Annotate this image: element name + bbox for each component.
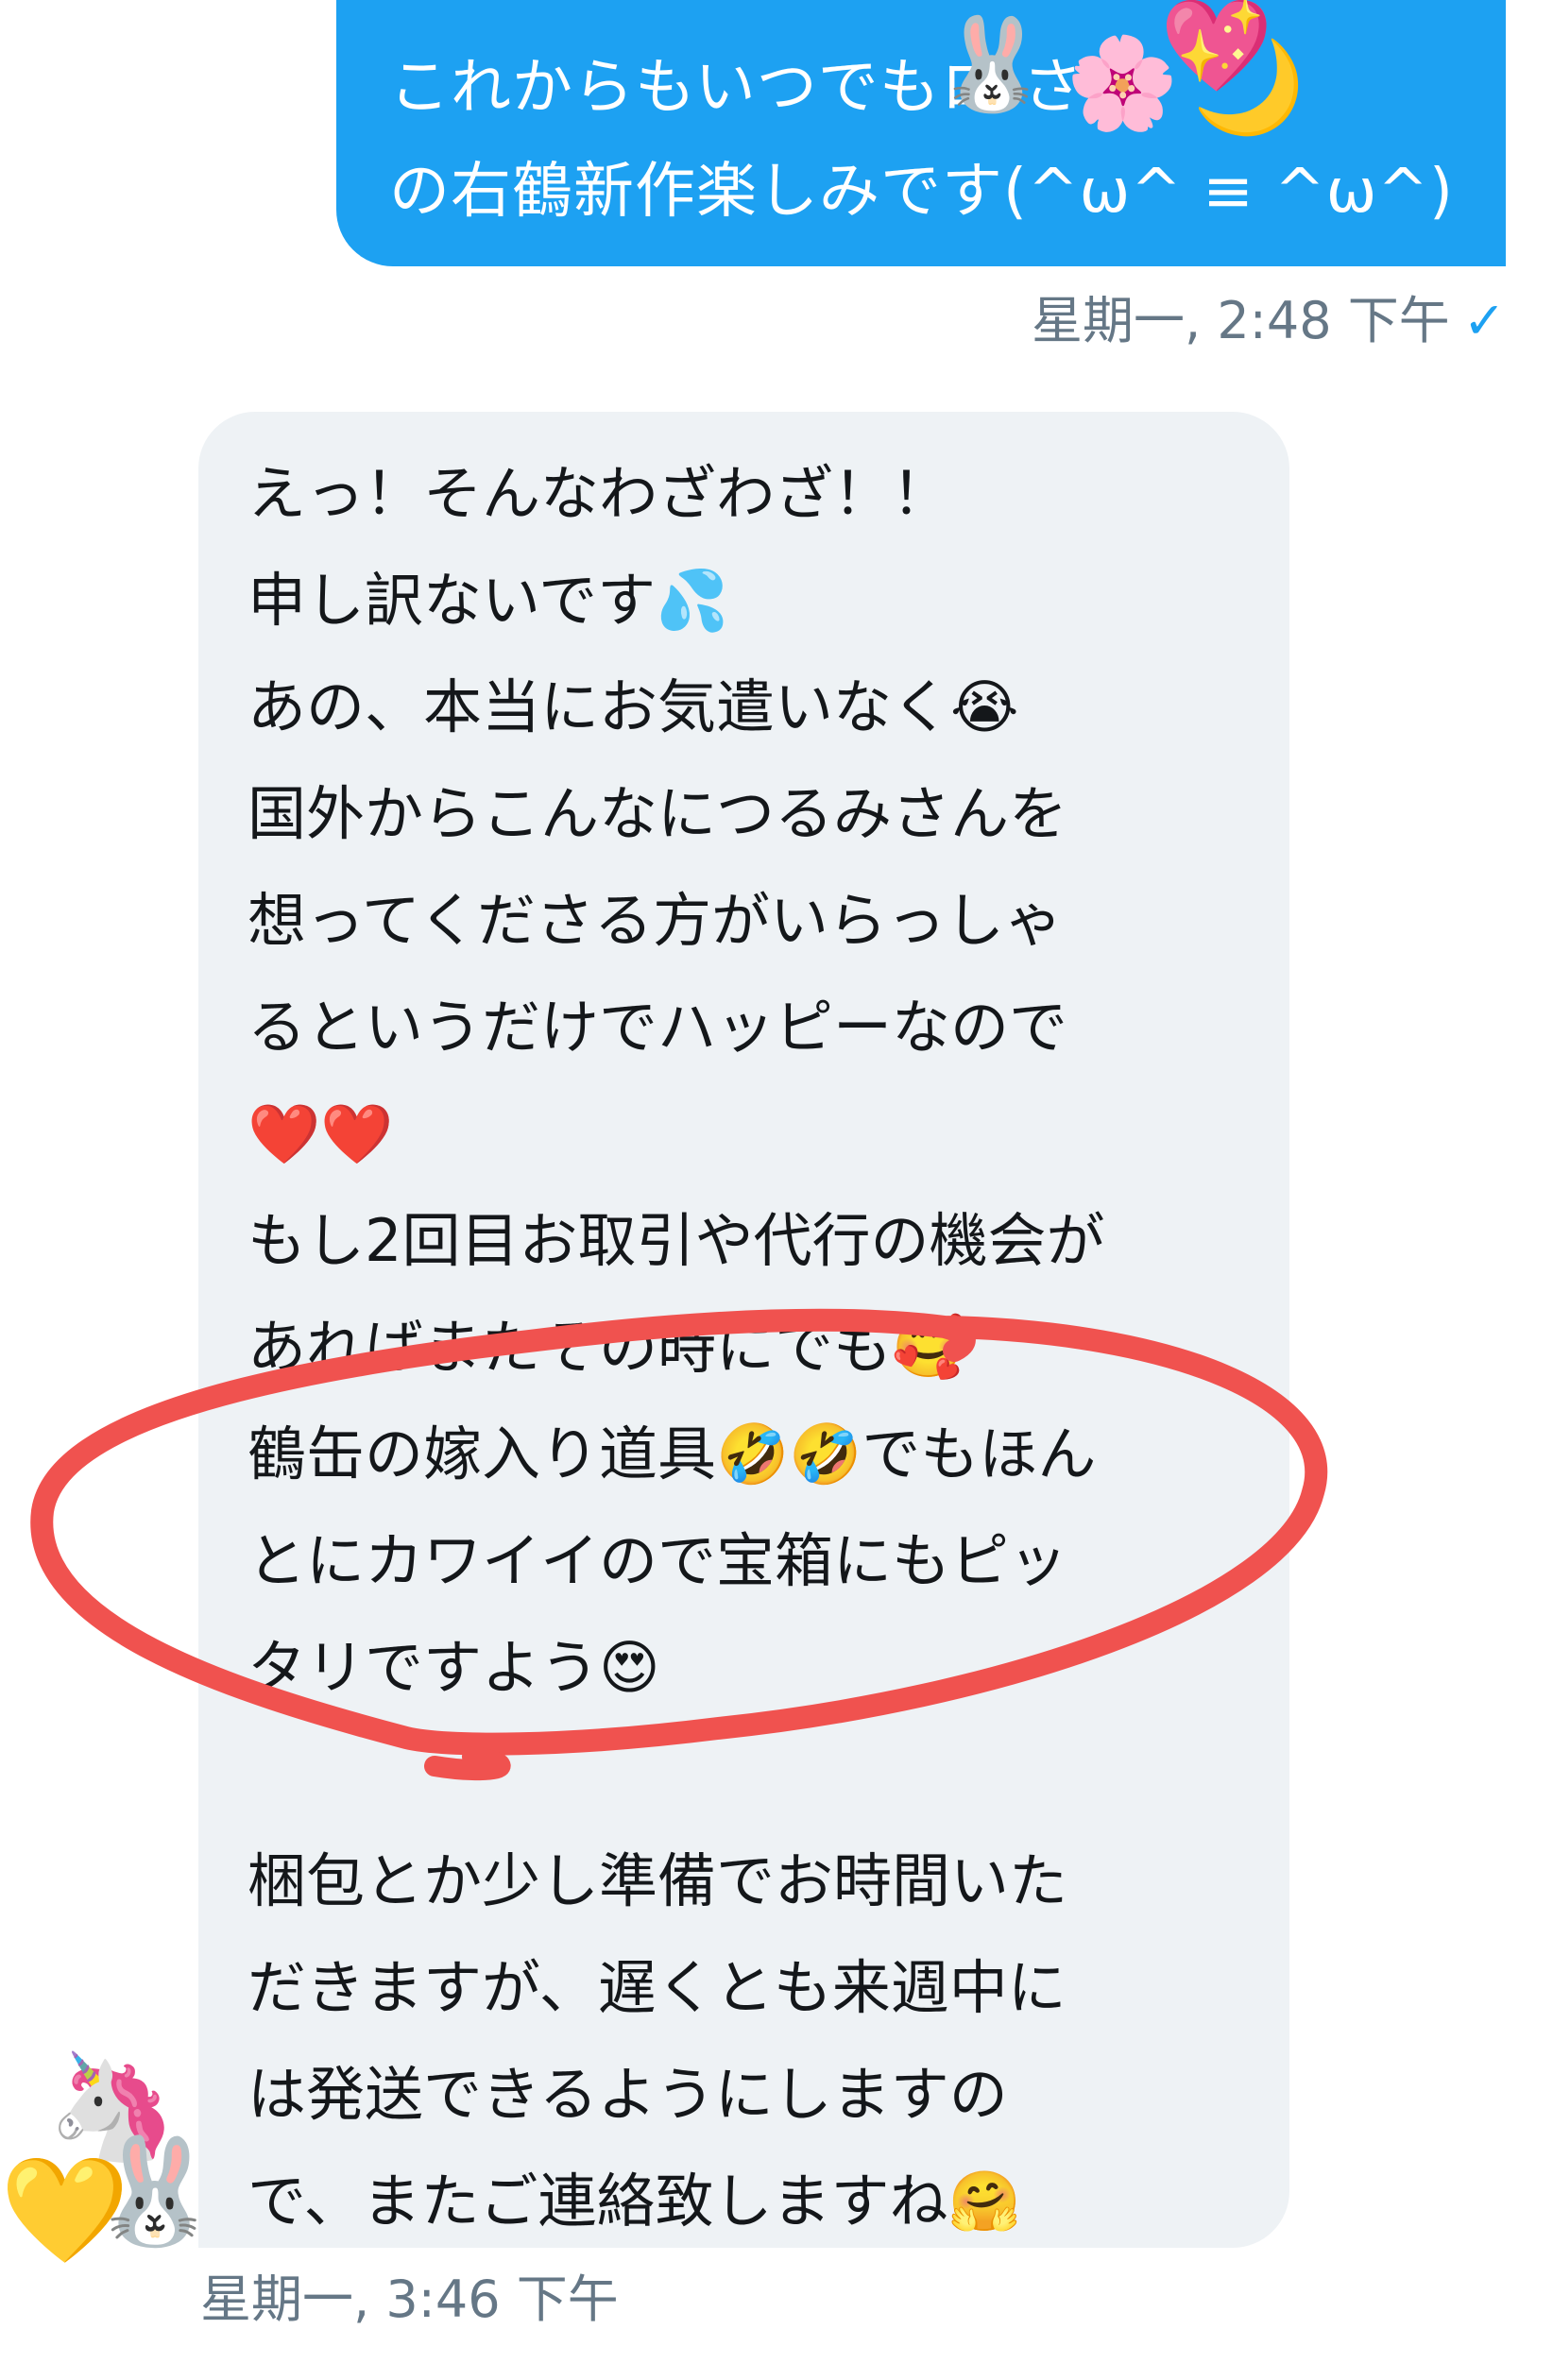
message-line: えっ！そんなわざわざ！！ (247, 459, 951, 528)
received-message-bubble[interactable]: えっ！そんなわざわざ！！ 申し訳ないです💦 あの、本当にお気遣いなく😭 国外から… (198, 412, 1289, 2248)
message-line: るというだけでハッピーなので (247, 993, 1068, 1062)
message-line: だきますが、遅くとも来週中に (247, 1953, 1067, 2022)
sent-message-line: の右鶴新作楽しみです(^ω^ ≡ ^ω^) (389, 157, 1454, 227)
sent-message-line: これからもいつでもロ さん (389, 53, 1146, 123)
message-line: あの、本当にお気遣いなく😭 (247, 672, 1019, 741)
received-timestamp: 星期一, 3:46 下午 (200, 2270, 619, 2329)
message-line: 国外からこんなにつるみさんを (247, 779, 1068, 848)
sent-timestamp: 星期一, 2:48 下午 (1031, 291, 1450, 350)
message-line: ❤️❤️ (247, 1099, 394, 1168)
message-line: 梱包とか少し準備でお時間いた (247, 1846, 1068, 1915)
message-line: とにカワイイので宝箱にもピッ (247, 1526, 1068, 1595)
crescent-moon-icon: 🌙 (1192, 34, 1306, 140)
sent-message-bubble[interactable]: これからもいつでもロ さん の右鶴新作楽しみです(^ω^ ≡ ^ω^) (336, 0, 1506, 266)
rabbit-icon: 🐰 (935, 11, 1049, 117)
sender-avatar[interactable]: 🦄 💛 🐰 (0, 2054, 219, 2281)
message-line: 想ってくださる方がいらっしゃ (247, 886, 1064, 955)
rabbit-icon: 🐰 (90, 2131, 219, 2252)
message-line: 申し訳ないです💦 (247, 566, 729, 635)
message-line-blank (247, 1721, 1261, 1828)
read-check-icon: ✓ (1462, 291, 1506, 350)
message-line: は発送できるようにしますの (247, 2060, 1008, 2129)
message-line: タリですよう😍 (247, 1633, 660, 1702)
message-line: で、またご連絡致しますね🤗 (247, 2167, 1021, 2236)
message-line: あればまたその時にでも🥰 (247, 1313, 965, 1382)
message-line: もし2回目お取引や代行の機会が (247, 1206, 1105, 1275)
message-line: 鶴缶の嫁入り道具🤣🤣でもほん (247, 1420, 1097, 1488)
dm-conversation: これからもいつでもロ さん の右鶴新作楽しみです(^ω^ ≡ ^ω^) 🐰 🌸 … (0, 0, 1553, 2380)
sent-message-meta: 星期一, 2:48 下午 ✓ (1032, 279, 1506, 353)
